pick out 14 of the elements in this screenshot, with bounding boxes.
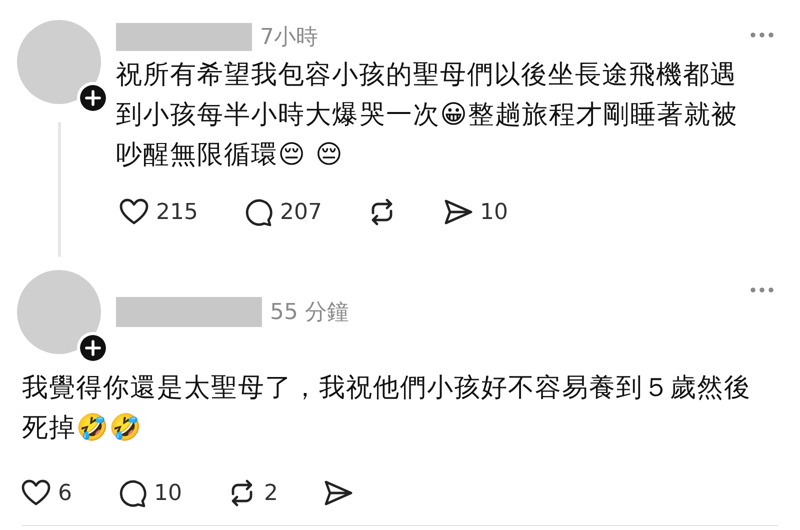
follow-plus-icon[interactable] [77,82,109,114]
action-count: 10 [154,480,182,506]
post-text: 祝所有希望我包容小孩的聖母們以後坐長途飛機都遇到小孩每半小時大爆哭一次😀整趟旅程才剛睡著就被吵醒無限循環😔 😔 [116,59,740,172]
more-options-icon[interactable] [750,287,774,293]
more-options-icon[interactable] [750,32,774,38]
action-count: 6 [58,480,72,506]
action-count: 2 [264,480,278,506]
post-text: 我覺得你還是太聖母了，我祝他們小孩好不容易養到５歲然後死掉🤣🤣 [21,372,752,445]
action-count: 10 [480,200,508,224]
action-count: 207 [280,200,322,224]
action-count: 215 [156,200,198,224]
post-time: 55 分鐘 [270,299,349,327]
post-time: 7小時 [260,24,318,52]
follow-plus-icon[interactable] [77,332,109,364]
